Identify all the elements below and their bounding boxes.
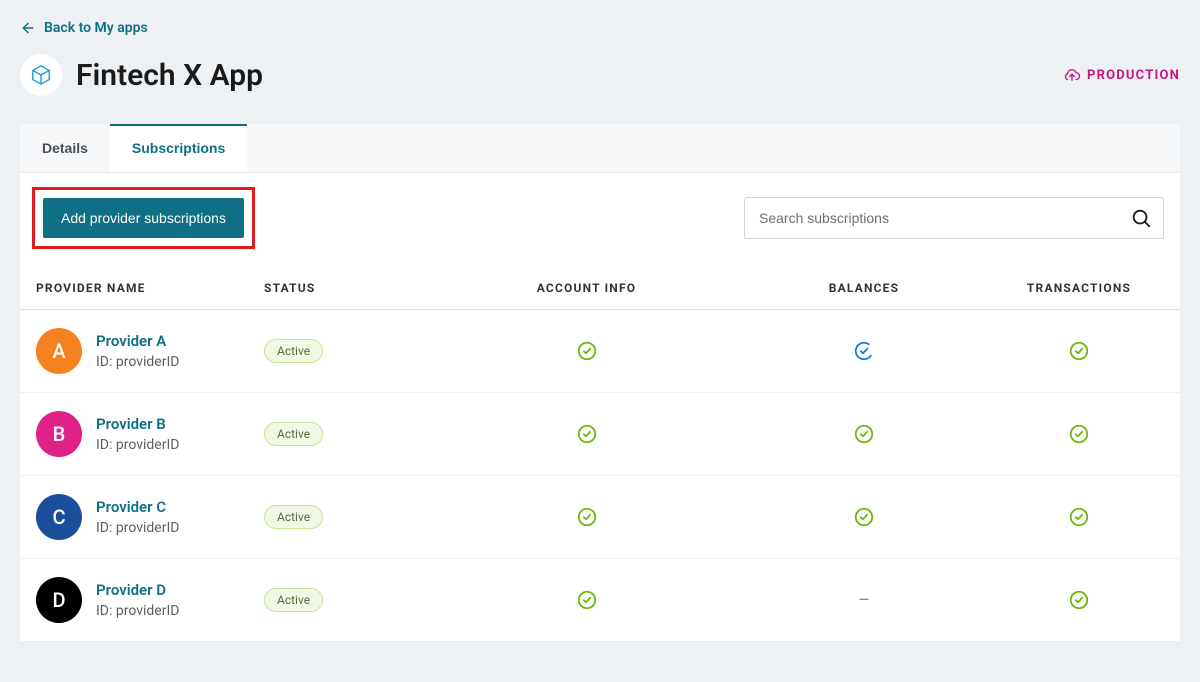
column-transactions: TRANSACTIONS [994, 281, 1164, 295]
check-circle-icon [576, 340, 598, 362]
search-icon [1130, 207, 1152, 229]
back-link-label: Back to My apps [44, 20, 148, 36]
dash-icon: – [858, 590, 870, 611]
table-row: A Provider A ID: providerID Active [20, 310, 1180, 393]
check-circle-icon [576, 589, 598, 611]
toolbar: Add provider subscriptions [20, 173, 1180, 263]
tab-subscriptions[interactable]: Subscriptions [110, 124, 247, 172]
column-account-info: ACCOUNT INFO [439, 281, 734, 295]
provider-id: ID: providerID [96, 437, 179, 453]
table-body: A Provider A ID: providerID Active B Provider… [20, 310, 1180, 642]
cloud-icon [1063, 66, 1081, 84]
header: Fintech X App PRODUCTION [20, 54, 1180, 96]
account-info-cell [439, 506, 734, 528]
progress-check-icon [853, 340, 875, 362]
check-circle-icon [1068, 589, 1090, 611]
tab-details[interactable]: Details [20, 124, 110, 172]
provider-cell: D Provider D ID: providerID [36, 577, 264, 623]
table-row: C Provider C ID: providerID Active [20, 476, 1180, 559]
provider-id: ID: providerID [96, 354, 179, 370]
table-header: PROVIDER NAME STATUS ACCOUNT INFO BALANC… [20, 263, 1180, 310]
avatar: C [36, 494, 82, 540]
check-circle-icon [1068, 423, 1090, 445]
account-info-cell [439, 340, 734, 362]
transactions-cell [994, 589, 1164, 611]
status-cell: Active [264, 339, 439, 363]
provider-cell: B Provider B ID: providerID [36, 411, 264, 457]
status-cell: Active [264, 422, 439, 446]
cube-icon [30, 64, 52, 86]
provider-cell: C Provider C ID: providerID [36, 494, 264, 540]
back-link[interactable]: Back to My apps [20, 20, 148, 36]
column-provider-name: PROVIDER NAME [36, 281, 264, 295]
avatar: D [36, 577, 82, 623]
provider-text: Provider D ID: providerID [96, 581, 179, 619]
status-cell: Active [264, 505, 439, 529]
check-circle-icon [1068, 506, 1090, 528]
environment-badge: PRODUCTION [1063, 66, 1180, 84]
provider-name-link[interactable]: Provider D [96, 581, 179, 599]
check-circle-icon [853, 506, 875, 528]
account-info-cell [439, 589, 734, 611]
provider-name-link[interactable]: Provider A [96, 332, 179, 350]
table-row: B Provider B ID: providerID Active [20, 393, 1180, 476]
provider-text: Provider A ID: providerID [96, 332, 179, 370]
avatar: B [36, 411, 82, 457]
provider-id: ID: providerID [96, 603, 179, 619]
status-badge: Active [264, 505, 323, 529]
main-panel: DetailsSubscriptions Add provider subscr… [20, 124, 1180, 642]
status-badge: Active [264, 588, 323, 612]
search-input[interactable] [744, 197, 1164, 239]
tabs: DetailsSubscriptions [20, 124, 1180, 173]
balances-cell [734, 423, 994, 445]
status-badge: Active [264, 422, 323, 446]
transactions-cell [994, 340, 1164, 362]
status-cell: Active [264, 588, 439, 612]
balances-cell [734, 506, 994, 528]
column-status: STATUS [264, 281, 439, 295]
environment-label: PRODUCTION [1087, 68, 1180, 83]
column-balances: BALANCES [734, 281, 994, 295]
status-badge: Active [264, 339, 323, 363]
balances-cell: – [734, 590, 994, 611]
provider-cell: A Provider A ID: providerID [36, 328, 264, 374]
provider-name-link[interactable]: Provider B [96, 415, 179, 433]
search-wrapper [744, 197, 1164, 239]
balances-cell [734, 340, 994, 362]
table-row: D Provider D ID: providerID Active – [20, 559, 1180, 642]
provider-text: Provider C ID: providerID [96, 498, 179, 536]
check-circle-icon [576, 506, 598, 528]
transactions-cell [994, 506, 1164, 528]
arrow-left-icon [20, 20, 36, 36]
provider-text: Provider B ID: providerID [96, 415, 179, 453]
transactions-cell [994, 423, 1164, 445]
check-circle-icon [576, 423, 598, 445]
app-icon [20, 54, 62, 96]
account-info-cell [439, 423, 734, 445]
page-title: Fintech X App [76, 58, 263, 93]
title-group: Fintech X App [20, 54, 263, 96]
add-provider-subscriptions-button[interactable]: Add provider subscriptions [43, 198, 244, 238]
provider-name-link[interactable]: Provider C [96, 498, 179, 516]
avatar: A [36, 328, 82, 374]
provider-id: ID: providerID [96, 520, 179, 536]
check-circle-icon [1068, 340, 1090, 362]
check-circle-icon [853, 423, 875, 445]
add-button-highlight: Add provider subscriptions [32, 187, 255, 249]
